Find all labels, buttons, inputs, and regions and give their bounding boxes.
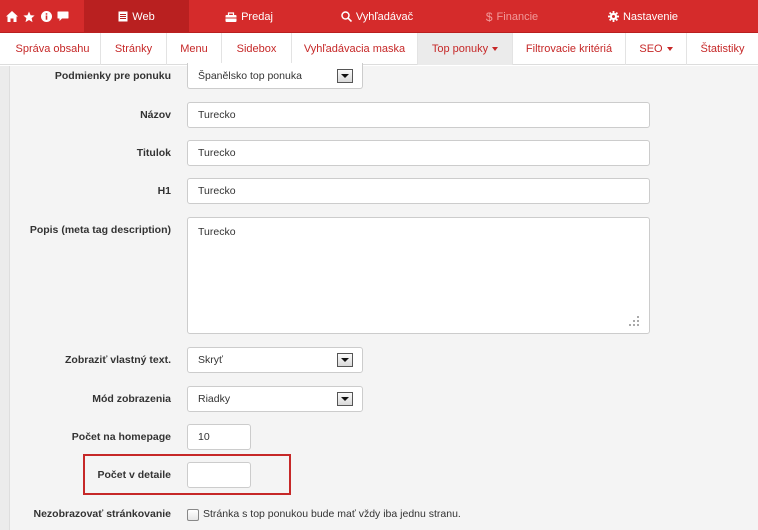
subnav-label: Sidebox — [236, 43, 277, 55]
mod-select[interactable]: Riadky — [187, 386, 363, 412]
caret-down-icon — [666, 47, 673, 51]
quick-icons — [0, 0, 84, 33]
chat-icon[interactable] — [57, 11, 69, 23]
tab-predaj-label: Predaj — [241, 10, 273, 23]
h1-label: H1 — [157, 185, 171, 197]
popis-label: Popis (meta tag description) — [29, 224, 171, 236]
tab-predaj[interactable]: Predaj — [190, 0, 308, 33]
popis-value: Turecko — [198, 226, 236, 238]
podmienky-value: Španělsko top ponuka — [198, 69, 302, 82]
vlastny-text-value: Skryť — [198, 354, 223, 366]
titulok-input[interactable]: Turecko — [187, 140, 650, 166]
star-icon[interactable] — [23, 11, 35, 23]
caret-down-icon — [492, 47, 499, 51]
titulok-value: Turecko — [198, 147, 236, 159]
h1-input[interactable]: Turecko — [187, 178, 650, 204]
subnav-vyhladavacia-maska[interactable]: Vyhľadávacia maska — [292, 33, 418, 65]
pocet-homepage-label: Počet na homepage — [71, 431, 171, 443]
vlastny-text-label: Zobraziť vlastný text. — [65, 354, 171, 366]
tab-financie-label: Financie — [496, 10, 539, 23]
pocet-detail-input[interactable] — [187, 462, 251, 488]
podmienky-select[interactable]: Španělsko top ponuka — [187, 63, 363, 89]
subnav-top-ponuky[interactable]: Top ponuky — [418, 33, 513, 65]
form-area: Podmienky pre ponuku Španělsko top ponuk… — [0, 63, 758, 530]
subnav-filtrovacie-kriteria[interactable]: Filtrovacie kritériá — [513, 33, 626, 65]
home-icon[interactable] — [6, 11, 18, 23]
nazov-label: Názov — [140, 109, 171, 121]
cart-icon — [225, 11, 237, 22]
subnav-menu[interactable]: Menu — [167, 33, 222, 65]
mod-value: Riadky — [198, 393, 231, 405]
chevron-down-icon — [337, 392, 353, 406]
subnav-label: SEO — [639, 43, 663, 55]
nazov-value: Turecko — [198, 109, 236, 121]
top-bar: Web Predaj Vyhľadávač $ Financie Nastave… — [0, 0, 758, 33]
popis-textarea[interactable]: Turecko — [187, 217, 650, 334]
nezobrazovat-label: Nezobrazovať stránkovanie — [33, 508, 172, 520]
pocet-homepage-value: 10 — [198, 431, 210, 443]
subnav-label: Stránky — [114, 43, 153, 55]
nezobrazovat-checkbox-text: Stránka s top ponukou bude mať vždy iba … — [203, 508, 461, 520]
gear-icon — [607, 11, 619, 22]
subnav-stranky[interactable]: Stránky — [101, 33, 167, 65]
subnav-sidebox[interactable]: Sidebox — [222, 33, 292, 65]
tab-nastavenie[interactable]: Nastavenie — [578, 0, 708, 33]
tab-vyhladavac-label: Vyhľadávač — [355, 10, 414, 23]
subnav-label: Menu — [180, 43, 208, 55]
podmienky-label: Podmienky pre ponuku — [54, 70, 171, 82]
chevron-down-icon — [337, 353, 353, 367]
left-strip — [0, 66, 10, 530]
subnav-sprava-obsahu[interactable]: Správa obsahu — [5, 33, 101, 65]
pocet-homepage-input[interactable]: 10 — [187, 424, 251, 450]
tab-web[interactable]: Web — [84, 0, 189, 33]
vlastny-text-select[interactable]: Skryť — [187, 347, 363, 373]
nezobrazovat-checkbox[interactable] — [187, 509, 199, 521]
nazov-input[interactable]: Turecko — [187, 102, 650, 128]
sub-navigation: Správa obsahu Stránky Menu Sidebox Vyhľa… — [0, 33, 758, 65]
h1-value: Turecko — [198, 185, 236, 197]
dollar-icon: $ — [485, 9, 493, 24]
document-icon — [118, 11, 128, 22]
subnav-statistiky[interactable]: Štatistiky — [687, 33, 758, 65]
tab-vyhladavac[interactable]: Vyhľadávač — [308, 0, 446, 33]
pocet-detail-label: Počet v detaile — [97, 469, 171, 481]
subnav-label: Top ponuky — [431, 43, 489, 55]
resize-handle-icon[interactable] — [628, 315, 640, 327]
subnav-label: Filtrovacie kritériá — [525, 43, 613, 55]
chevron-down-icon — [337, 68, 353, 83]
info-icon[interactable] — [40, 11, 52, 23]
search-icon — [341, 11, 352, 22]
subnav-label: Vyhľadávacia maska — [303, 43, 406, 55]
titulok-label: Titulok — [136, 147, 171, 159]
subnav-label: Správa obsahu — [15, 43, 90, 55]
tab-nastavenie-label: Nastavenie — [622, 10, 679, 23]
mod-label: Mód zobrazenia — [92, 393, 171, 405]
subnav-seo[interactable]: SEO — [626, 33, 687, 65]
tab-financie[interactable]: $ Financie — [446, 0, 578, 33]
subnav-label: Štatistiky — [700, 43, 745, 55]
tab-web-label: Web — [132, 10, 155, 23]
